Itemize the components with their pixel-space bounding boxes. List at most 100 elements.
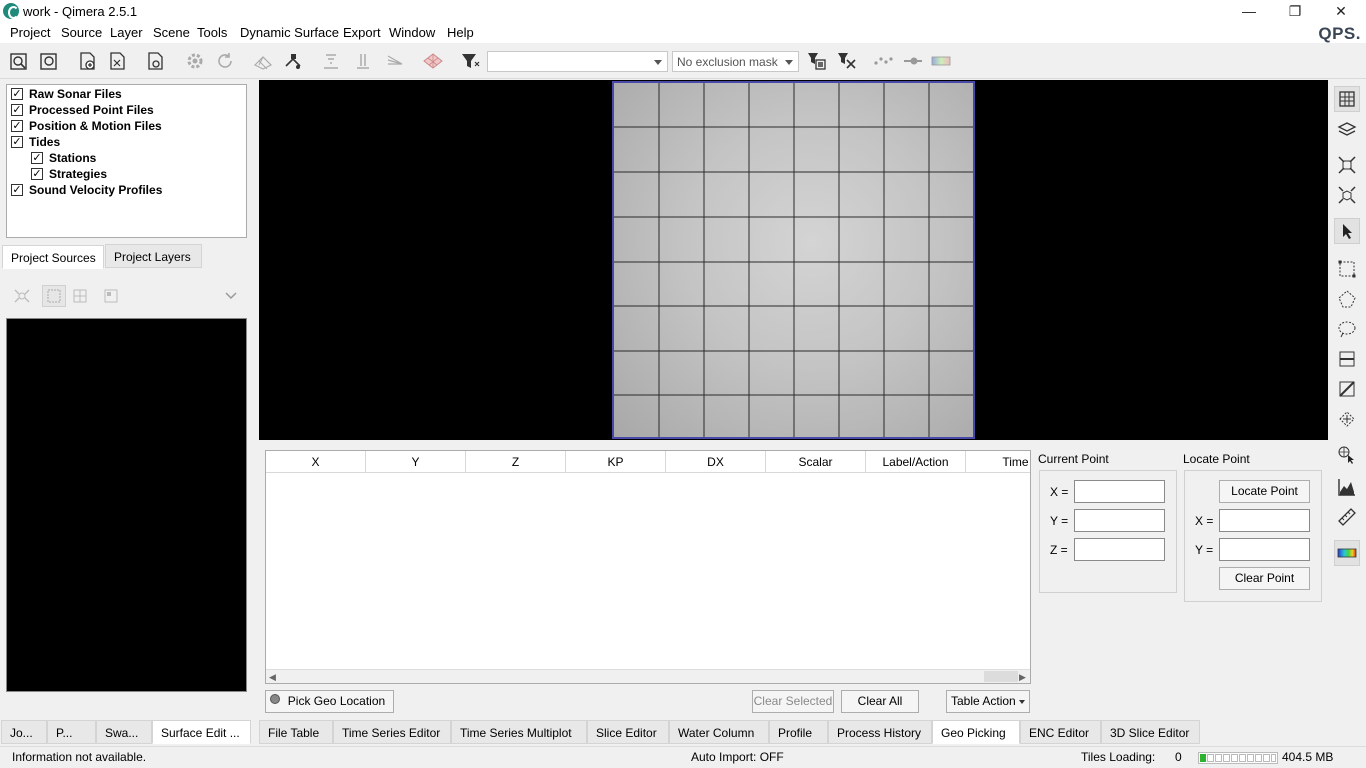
layers-icon[interactable] xyxy=(1334,116,1360,142)
tab-time-series-editor[interactable]: Time Series Editor xyxy=(333,720,451,744)
menu-project[interactable]: Project xyxy=(10,25,50,40)
exclusion-mask-combo[interactable]: No exclusion mask xyxy=(672,51,799,72)
tab-project-layers[interactable]: Project Layers xyxy=(105,244,202,268)
column-header-time[interactable]: Time xyxy=(966,451,1030,473)
add-processed-icon[interactable] xyxy=(106,50,128,72)
locate-x-field[interactable] xyxy=(1219,509,1310,532)
table-action-button[interactable]: Table Action xyxy=(946,690,1030,713)
polygon-select-icon[interactable] xyxy=(1334,286,1360,312)
tile-view-icon[interactable] xyxy=(101,287,121,305)
horizontal-scrollbar[interactable]: ◀ ▶ xyxy=(266,669,1030,683)
mask-filter-icon[interactable] xyxy=(806,50,828,72)
checkbox[interactable]: ✓ xyxy=(31,168,43,180)
menu-scene[interactable]: Scene xyxy=(153,25,190,40)
checkbox[interactable]: ✓ xyxy=(11,104,23,116)
close-button[interactable]: ✕ xyxy=(1318,0,1364,23)
tab-profile[interactable]: Profile xyxy=(769,720,828,744)
tree-item-tides[interactable]: ✓ Tides xyxy=(11,134,60,150)
tree-item-strategies[interactable]: ✓ Strategies xyxy=(31,166,107,182)
clear-point-button[interactable]: Clear Point xyxy=(1219,567,1310,590)
search-project-icon[interactable] xyxy=(38,50,60,72)
beam-down-icon[interactable] xyxy=(320,50,342,72)
locate-y-field[interactable] xyxy=(1219,538,1310,561)
beam-side-icon[interactable] xyxy=(352,50,374,72)
tab-time-series-multiplot[interactable]: Time Series Multiplot xyxy=(451,720,587,744)
scroll-left-icon[interactable]: ◀ xyxy=(269,672,276,683)
sonar-grid-icon[interactable] xyxy=(252,50,274,72)
slice-angle-icon[interactable] xyxy=(1334,376,1360,402)
column-header-y[interactable]: Y xyxy=(366,451,466,473)
clear-selected-button[interactable]: Clear Selected xyxy=(752,690,834,713)
zoom-extent-icon[interactable] xyxy=(1334,152,1360,178)
checkbox[interactable]: ✓ xyxy=(31,152,43,164)
checkbox[interactable]: ✓ xyxy=(11,136,23,148)
tab-water-column[interactable]: Water Column xyxy=(669,720,769,744)
column-header-z[interactable]: Z xyxy=(466,451,566,473)
menu-help[interactable]: Help xyxy=(447,25,474,40)
tree-item-svp[interactable]: ✓ Sound Velocity Profiles xyxy=(11,182,162,198)
points-icon[interactable] xyxy=(872,50,894,72)
clear-all-button[interactable]: Clear All xyxy=(841,690,919,713)
geo-pick-icon[interactable] xyxy=(1334,442,1360,468)
menu-tools[interactable]: Tools xyxy=(197,25,227,40)
colormap-legend-icon[interactable] xyxy=(1334,540,1360,566)
rectangle-select-icon[interactable] xyxy=(1334,256,1360,282)
column-header-scalar[interactable]: Scalar xyxy=(766,451,866,473)
minimize-button[interactable]: — xyxy=(1226,0,1272,23)
dynamic-surface-grid[interactable] xyxy=(612,81,975,439)
tree-item-position-motion[interactable]: ✓ Position & Motion Files xyxy=(11,118,162,134)
overview-map-panel[interactable] xyxy=(6,318,247,692)
pointer-icon[interactable] xyxy=(1334,218,1360,244)
checkbox[interactable]: ✓ xyxy=(11,184,23,196)
menu-dynamic-surface[interactable]: Dynamic Surface xyxy=(240,25,339,40)
column-header-dx[interactable]: DX xyxy=(666,451,766,473)
pick-geo-location-button[interactable]: Pick Geo Location xyxy=(265,690,394,713)
mask-cross-icon[interactable] xyxy=(836,50,858,72)
tab-surface-edit[interactable]: Surface Edit ... xyxy=(152,720,251,744)
grid-view-icon[interactable] xyxy=(70,287,90,305)
tab-file-table[interactable]: File Table xyxy=(259,720,333,744)
restore-button[interactable]: ❐ xyxy=(1272,0,1318,23)
menu-layer[interactable]: Layer xyxy=(110,25,143,40)
slice-icon[interactable] xyxy=(1334,346,1360,372)
satellite-icon[interactable] xyxy=(282,50,304,72)
tree-item-raw-sonar[interactable]: ✓ Raw Sonar Files xyxy=(11,86,122,102)
tab-p[interactable]: P... xyxy=(47,720,96,744)
current-x-field[interactable] xyxy=(1074,480,1165,503)
tab-jobs[interactable]: Jo... xyxy=(1,720,47,744)
tab-process-history[interactable]: Process History xyxy=(828,720,932,744)
slider-icon[interactable] xyxy=(902,50,924,72)
beam-multi-icon[interactable] xyxy=(384,50,406,72)
column-header-label-action[interactable]: Label/Action xyxy=(866,451,966,473)
tab-geo-picking[interactable]: Geo Picking xyxy=(932,720,1020,744)
tab-swath[interactable]: Swa... xyxy=(96,720,152,744)
add-source-icon[interactable] xyxy=(76,50,98,72)
chevron-down-icon[interactable] xyxy=(224,288,238,302)
menu-source[interactable]: Source xyxy=(61,25,102,40)
surface-grid-icon[interactable] xyxy=(422,50,444,72)
filter-icon[interactable] xyxy=(460,50,482,72)
menu-window[interactable]: Window xyxy=(389,25,435,40)
open-project-icon[interactable] xyxy=(8,50,30,72)
checkbox[interactable]: ✓ xyxy=(11,120,23,132)
settings-gear-icon[interactable] xyxy=(184,50,206,72)
scrollbar-thumb[interactable] xyxy=(984,671,1018,682)
tree-item-processed-points[interactable]: ✓ Processed Point Files xyxy=(11,102,154,118)
zoom-3d-icon[interactable] xyxy=(1334,182,1360,208)
current-y-field[interactable] xyxy=(1074,509,1165,532)
tab-slice-editor[interactable]: Slice Editor xyxy=(587,720,669,744)
current-z-field[interactable] xyxy=(1074,538,1165,561)
checkbox[interactable]: ✓ xyxy=(11,88,23,100)
measure-ruler-icon[interactable] xyxy=(1334,504,1360,530)
menu-export[interactable]: Export xyxy=(343,25,381,40)
geo-picking-table[interactable]: X Y Z KP DX Scalar Label/Action Time xyxy=(265,450,1031,684)
colormap-icon[interactable] xyxy=(930,50,952,72)
select-box-icon[interactable] xyxy=(42,285,66,307)
locate-point-button[interactable]: Locate Point xyxy=(1219,480,1310,503)
tab-project-sources[interactable]: Project Sources xyxy=(2,245,104,269)
pan-move-icon[interactable] xyxy=(1334,406,1360,432)
tab-enc-editor[interactable]: ENC Editor xyxy=(1020,720,1101,744)
column-header-x[interactable]: X xyxy=(266,451,366,473)
column-header-kp[interactable]: KP xyxy=(566,451,666,473)
profile-chart-icon[interactable] xyxy=(1334,474,1360,500)
